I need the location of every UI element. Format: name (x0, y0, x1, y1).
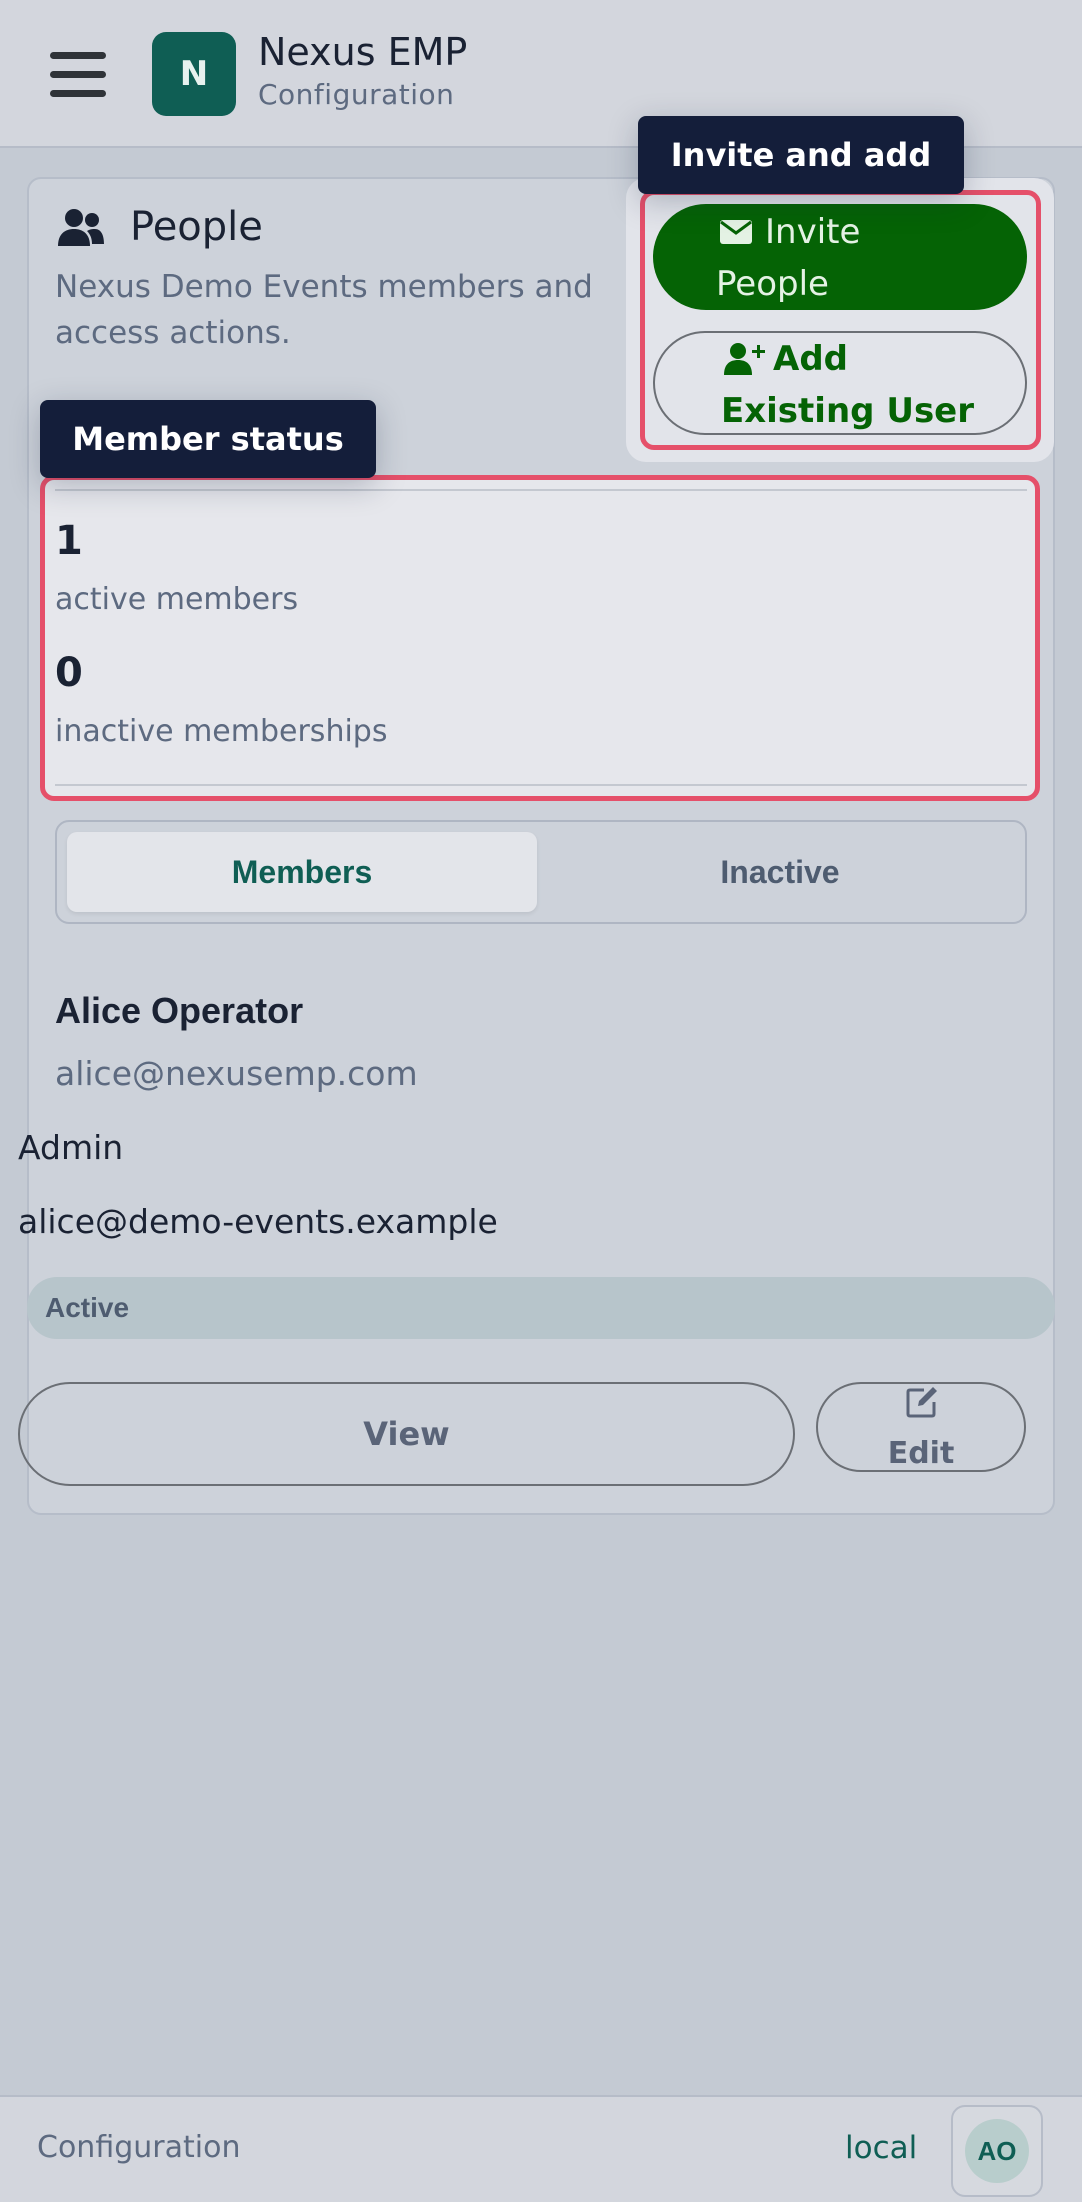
highlight-invite-add (640, 190, 1041, 450)
menu-icon-bar (50, 52, 106, 59)
section-description: Nexus Demo Events members and access act… (55, 269, 593, 351)
edit-member-button[interactable]: Edit (816, 1382, 1026, 1472)
app-logo: N (152, 32, 236, 116)
edit-button-label: Edit (887, 1436, 955, 1471)
status-badge: Active (27, 1277, 1055, 1339)
users-icon (58, 209, 104, 246)
section-title: People (130, 204, 263, 250)
environment-label: local (845, 2130, 918, 2166)
tooltip-invite-and-add: Invite and add (638, 116, 964, 194)
edit-icon (906, 1387, 937, 1418)
member-name: Alice Operator (55, 990, 304, 1031)
tab-members[interactable]: Members (67, 832, 537, 912)
tab-inactive[interactable]: Inactive (545, 832, 1015, 912)
menu-icon-bar (50, 90, 106, 97)
app-subtitle: Configuration (258, 78, 455, 111)
member-role: Admin (18, 1128, 124, 1167)
tooltip-member-status: Member status (40, 400, 376, 478)
hamburger-menu-button[interactable] (50, 48, 106, 100)
app-title: Nexus EMP (258, 30, 468, 74)
member-alt-email: alice@demo-events.example (18, 1202, 498, 1241)
menu-icon-bar (50, 71, 106, 78)
footer-section-label: Configuration (37, 2130, 241, 2165)
member-email: alice@nexusemp.com (55, 1054, 418, 1093)
avatar: AO (965, 2119, 1029, 2183)
highlight-member-status (40, 475, 1040, 801)
view-member-button[interactable]: View (18, 1382, 795, 1486)
